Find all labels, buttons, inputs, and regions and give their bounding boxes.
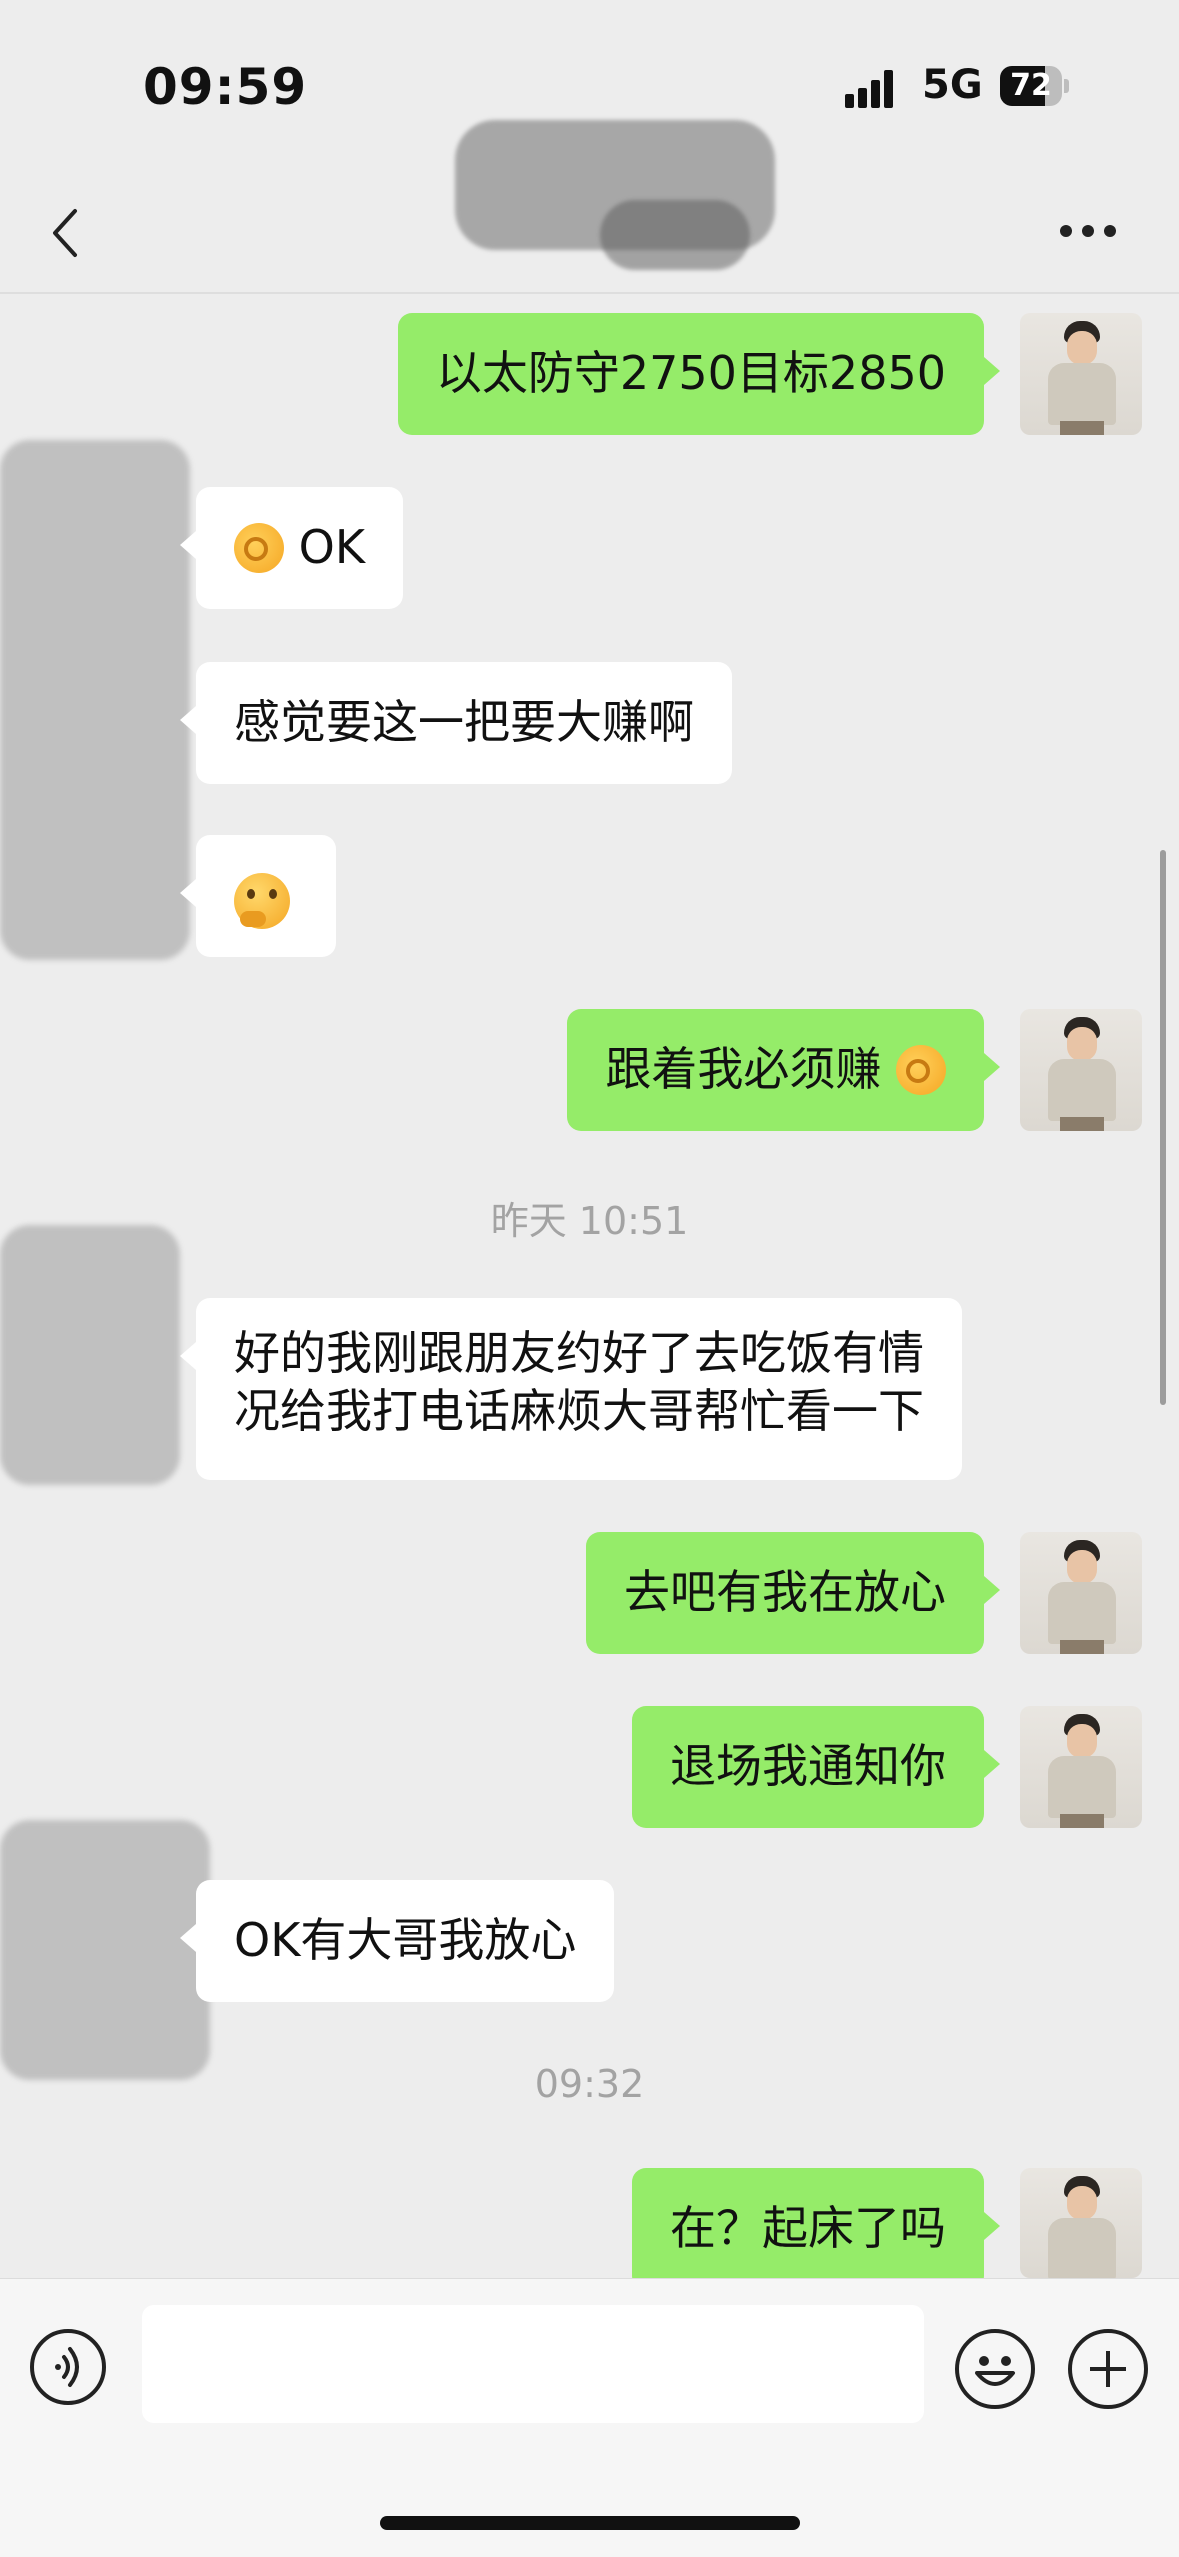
message-text: 以太防守2750目标2850 (435, 346, 946, 400)
battery-level: 72 (1010, 68, 1052, 103)
my-avatar[interactable] (1020, 1009, 1142, 1131)
message-text: 在？起床了吗 (670, 2201, 946, 2255)
message-input[interactable] (142, 2305, 924, 2423)
chat-header (0, 120, 1179, 294)
my-avatar[interactable] (1020, 313, 1142, 435)
status-time: 09:59 (143, 58, 308, 116)
my-avatar[interactable] (1020, 1706, 1142, 1828)
message-bubble-sent[interactable]: 在？起床了吗 (632, 2168, 1000, 2290)
message-text: 退场我通知你 (670, 1739, 946, 1793)
chevron-left-icon[interactable] (45, 203, 89, 263)
message-text-line-2: 况给我打电话麻烦大哥帮忙看一下 (234, 1384, 924, 1438)
message-bubble-received[interactable]: 好的我刚跟朋友约好了去吃饭有情 况给我打电话麻烦大哥帮忙看一下 (180, 1298, 962, 1480)
message-bubble-received[interactable]: OK (180, 487, 403, 609)
message-bubble-sent[interactable]: 跟着我必须赚 (567, 1009, 1000, 1131)
more-dots-icon[interactable] (1058, 219, 1118, 243)
network-label: 5G (922, 62, 983, 108)
message-text: OK有大哥我放心 (234, 1913, 577, 1967)
message-text: 去吧有我在放心 (624, 1565, 946, 1619)
message-bubble-sent[interactable]: 退场我通知你 (632, 1706, 1000, 1828)
signal-icon (845, 70, 905, 108)
ok-hand-icon (896, 1045, 946, 1095)
thinking-face-icon (234, 872, 290, 929)
my-avatar[interactable] (1020, 1532, 1142, 1654)
ok-hand-icon (234, 523, 284, 573)
chat-timestamp: 昨天 10:51 (490, 1199, 689, 1243)
message-bubble-sent[interactable]: 以太防守2750目标2850 (397, 313, 1001, 435)
chat-timestamp: 09:32 (534, 2062, 645, 2106)
message-bubble-received[interactable]: OK有大哥我放心 (179, 1880, 615, 2002)
home-indicator[interactable] (380, 2516, 800, 2530)
message-bubble-sent[interactable]: 去吧有我在放心 (586, 1532, 1000, 1654)
battery-icon: 72 (1000, 66, 1070, 106)
message-text: 感觉要这一把要大赚啊 (234, 695, 694, 749)
my-avatar[interactable] (1020, 2168, 1142, 2278)
emoji-icon[interactable] (955, 2329, 1035, 2409)
message-text: OK (298, 520, 365, 574)
message-text-line-1: 好的我刚跟朋友约好了去吃饭有情 (234, 1326, 924, 1380)
voice-icon[interactable] (30, 2329, 106, 2405)
message-bubble-received[interactable] (180, 835, 336, 957)
message-bubble-received[interactable]: 感觉要这一把要大赚啊 (180, 662, 732, 784)
scrollbar[interactable] (1160, 850, 1166, 1405)
plus-icon[interactable] (1068, 2329, 1148, 2409)
message-text: 跟着我必须赚 (605, 1042, 882, 1096)
